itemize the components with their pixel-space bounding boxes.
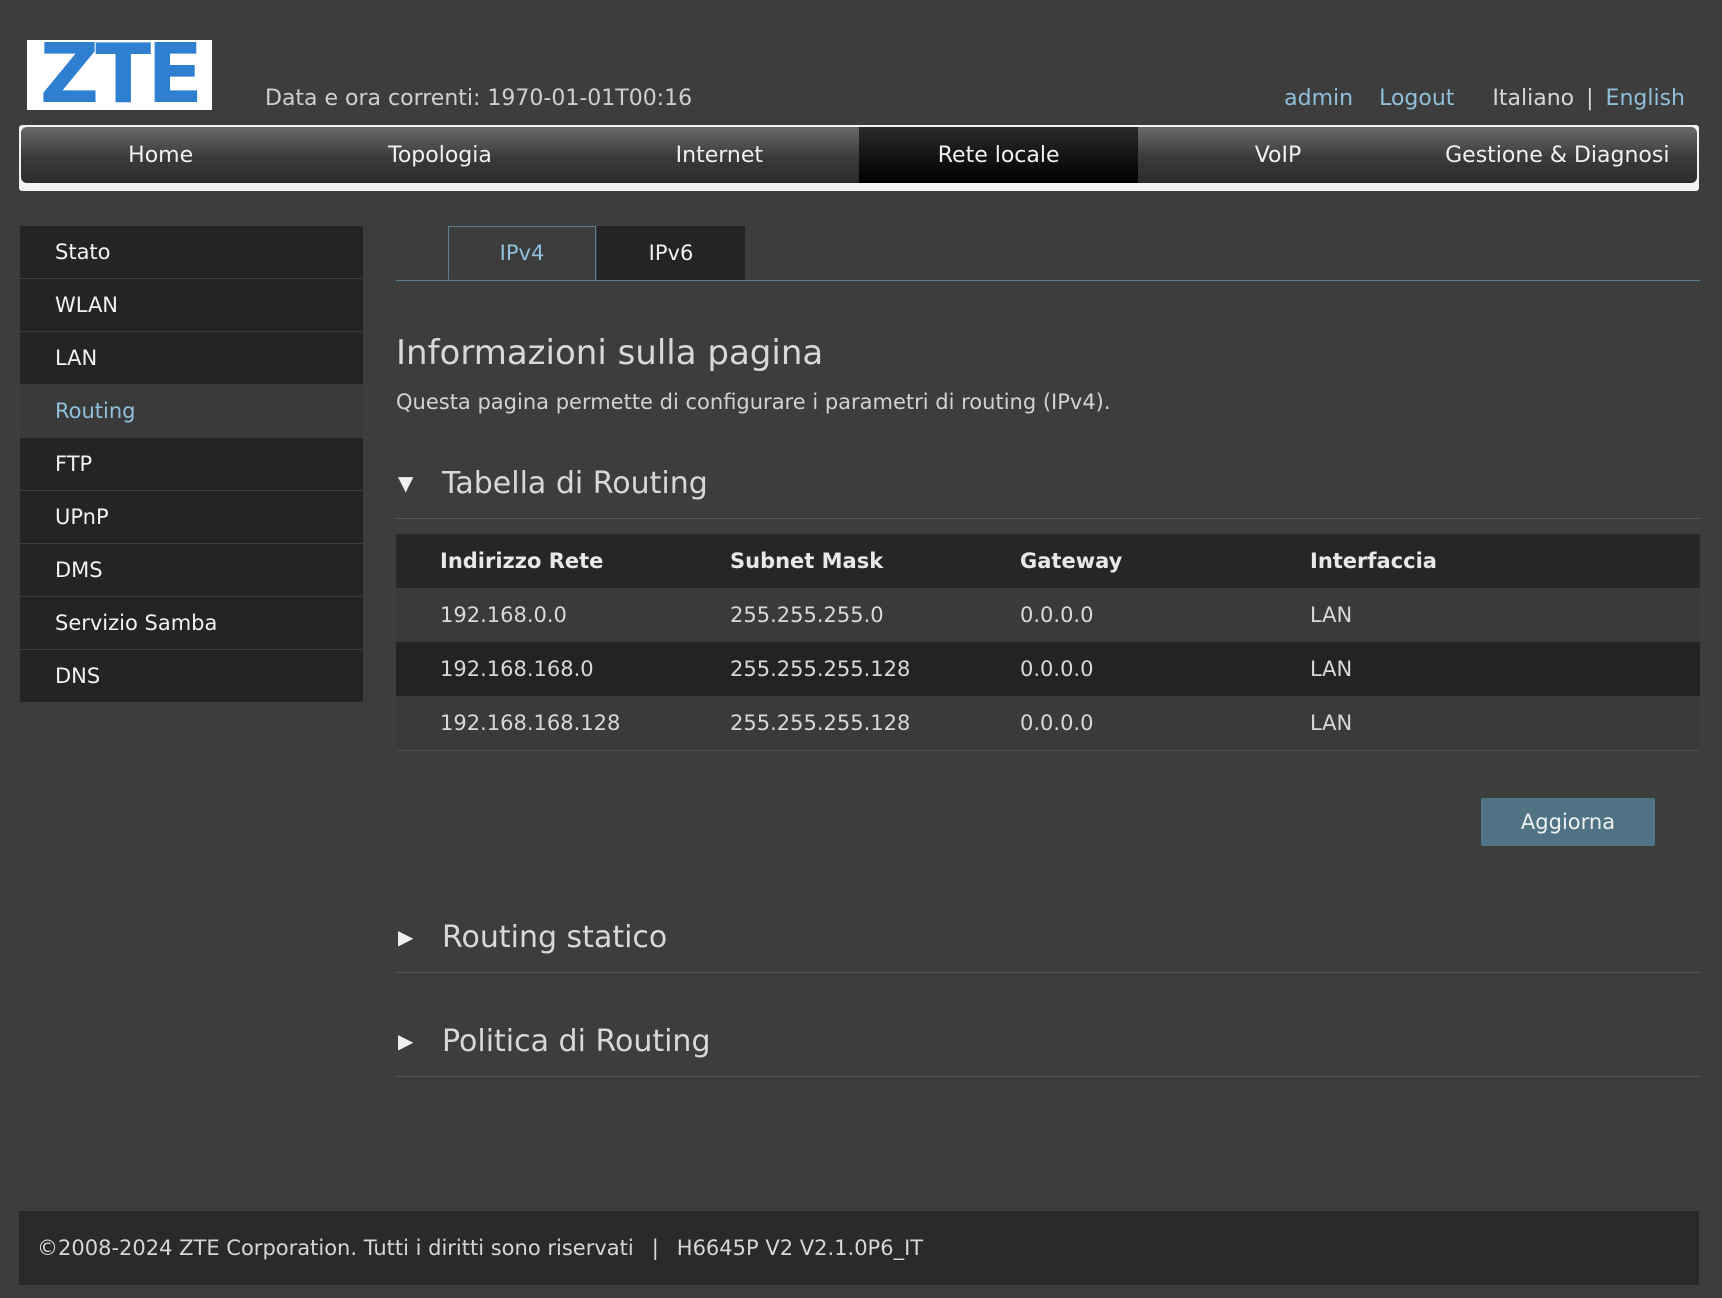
- cell-gateway: 0.0.0.0: [976, 642, 1266, 696]
- language-italiano[interactable]: Italiano: [1492, 86, 1574, 111]
- cell-gateway: 0.0.0.0: [976, 588, 1266, 642]
- table-header-row: Indirizzo Rete Subnet Mask Gateway Inter…: [396, 534, 1700, 588]
- language-separator: |: [1586, 86, 1594, 111]
- main-nav: Home Topologia Internet Rete locale VoIP…: [21, 127, 1697, 183]
- section-routing-table-header[interactable]: ▼ Tabella di Routing: [396, 448, 1700, 519]
- routing-table: Indirizzo Rete Subnet Mask Gateway Inter…: [396, 534, 1700, 751]
- current-datetime: Data e ora correnti: 1970-01-01T00:16: [265, 86, 693, 111]
- sidebar-item-stato[interactable]: Stato: [20, 226, 363, 279]
- language-english[interactable]: English: [1606, 86, 1685, 111]
- cell-interface: LAN: [1266, 696, 1700, 751]
- cell-gateway: 0.0.0.0: [976, 696, 1266, 751]
- section-title-routing-table: Tabella di Routing: [442, 465, 708, 501]
- top-links: admin Logout Italiano | English: [1284, 86, 1685, 111]
- sidebar-item-wlan[interactable]: WLAN: [20, 279, 363, 332]
- tab-ipv6[interactable]: IPv6: [597, 226, 745, 280]
- sidebar-item-samba[interactable]: Servizio Samba: [20, 597, 363, 650]
- logout-link[interactable]: Logout: [1379, 86, 1454, 111]
- cell-interface: LAN: [1266, 588, 1700, 642]
- footer-copyright: ©2008-2024 ZTE Corporation. Tutti i diri…: [37, 1236, 634, 1260]
- collapsed-triangle-icon: ▶: [398, 1029, 414, 1053]
- sidebar-item-ftp[interactable]: FTP: [20, 438, 363, 491]
- cell-subnet-mask: 255.255.255.128: [686, 696, 976, 751]
- column-header-network-address: Indirizzo Rete: [396, 534, 686, 588]
- sidebar-item-dms[interactable]: DMS: [20, 544, 363, 597]
- page-title: Informazioni sulla pagina: [396, 333, 824, 373]
- sidebar-item-upnp[interactable]: UPnP: [20, 491, 363, 544]
- admin-link[interactable]: admin: [1284, 86, 1353, 111]
- collapsed-triangle-icon: ▶: [398, 925, 414, 949]
- cell-network-address: 192.168.168.128: [396, 696, 686, 751]
- column-header-subnet-mask: Subnet Mask: [686, 534, 976, 588]
- cell-network-address: 192.168.0.0: [396, 588, 686, 642]
- page-description: Questa pagina permette di configurare i …: [396, 390, 1111, 414]
- footer-firmware-version: H6645P V2 V2.1.0P6_IT: [676, 1236, 924, 1260]
- section-static-routing-header[interactable]: ▶ Routing statico: [396, 902, 1700, 973]
- nav-internet[interactable]: Internet: [580, 127, 859, 183]
- section-routing-policy-header[interactable]: ▶ Politica di Routing: [396, 1006, 1700, 1077]
- nav-topologia[interactable]: Topologia: [300, 127, 579, 183]
- cell-subnet-mask: 255.255.255.128: [686, 642, 976, 696]
- section-title-routing-policy: Politica di Routing: [442, 1023, 711, 1059]
- footer-separator: |: [651, 1236, 659, 1260]
- protocol-tabs: IPv4 IPv6: [396, 226, 1700, 281]
- cell-network-address: 192.168.168.0: [396, 642, 686, 696]
- sidebar-item-lan[interactable]: LAN: [20, 332, 363, 385]
- cell-subnet-mask: 255.255.255.0: [686, 588, 976, 642]
- nav-voip[interactable]: VoIP: [1138, 127, 1417, 183]
- table-row: 192.168.168.128 255.255.255.128 0.0.0.0 …: [396, 696, 1700, 751]
- cell-interface: LAN: [1266, 642, 1700, 696]
- nav-rete-locale[interactable]: Rete locale: [858, 127, 1139, 183]
- nav-gestione-diagnosi[interactable]: Gestione & Diagnosi: [1418, 127, 1697, 183]
- zte-logo: ZTE: [27, 40, 212, 110]
- nav-home[interactable]: Home: [21, 127, 300, 183]
- sidebar-item-routing[interactable]: Routing: [20, 385, 363, 438]
- tab-ipv4[interactable]: IPv4: [448, 226, 596, 280]
- section-title-static-routing: Routing statico: [442, 919, 668, 955]
- column-header-gateway: Gateway: [976, 534, 1266, 588]
- table-row: 192.168.0.0 255.255.255.0 0.0.0.0 LAN: [396, 588, 1700, 642]
- table-row: 192.168.168.0 255.255.255.128 0.0.0.0 LA…: [396, 642, 1700, 696]
- sidebar-item-dns[interactable]: DNS: [20, 650, 363, 703]
- main-nav-frame: Home Topologia Internet Rete locale VoIP…: [19, 125, 1699, 191]
- column-header-interface: Interfaccia: [1266, 534, 1700, 588]
- footer: ©2008-2024 ZTE Corporation. Tutti i diri…: [19, 1211, 1699, 1285]
- expanded-triangle-icon: ▼: [398, 471, 414, 495]
- refresh-button[interactable]: Aggiorna: [1481, 798, 1655, 846]
- sidebar: Stato WLAN LAN Routing FTP UPnP DMS Serv…: [20, 226, 363, 703]
